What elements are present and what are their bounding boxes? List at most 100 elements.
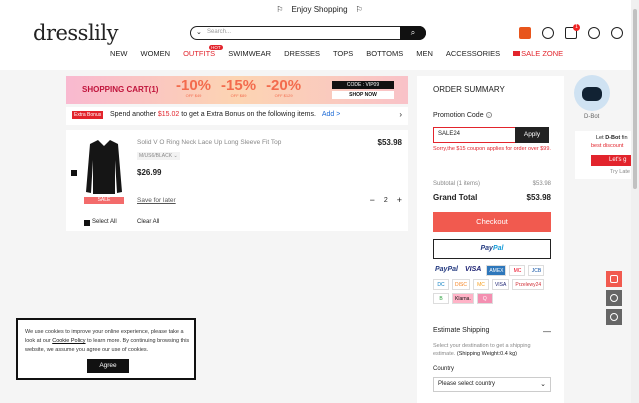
save-for-later-link[interactable]: Save for later	[137, 197, 176, 204]
subtotal-row: Subtotal (1 items) $53.98	[433, 181, 551, 187]
quantity-value: 2	[383, 196, 388, 204]
product-name[interactable]: Solid V O Ring Neck Lace Up Long Sleeve …	[137, 139, 281, 146]
bonus-text-a: Spend another	[110, 111, 156, 118]
product-image[interactable]	[84, 136, 124, 202]
grand-total-value: $53.98	[526, 193, 551, 202]
nav-women[interactable]: WOMEN	[141, 49, 171, 58]
boleto-icon: B	[433, 293, 449, 304]
product-variant-select[interactable]: M/US6/BLACK ⌄	[137, 152, 180, 160]
cart-title: SHOPPING CART(1)	[82, 85, 159, 94]
bonus-add-arrow: >	[336, 111, 341, 118]
visa-icon: VISA	[464, 266, 482, 273]
subtotal-label: Subtotal (1 items)	[433, 181, 481, 187]
hot-badge: HOT	[209, 45, 223, 50]
discount-tier: -20% OFF $129	[266, 78, 301, 99]
extra-bonus-bar[interactable]: Extra Bonus Spend another $15.02 to get …	[66, 107, 408, 125]
nav-outfits[interactable]: OUTFITS HOT	[183, 45, 223, 58]
user-icon[interactable]	[542, 27, 554, 39]
search-input[interactable]: Search...	[207, 29, 231, 35]
amex-icon: AMEX	[486, 265, 507, 276]
support-button[interactable]	[606, 290, 622, 306]
nav-sale-zone-label: SALE ZONE	[521, 49, 564, 58]
gift-icon[interactable]	[519, 27, 531, 39]
nav-men[interactable]: MEN	[416, 49, 433, 58]
feedback-button[interactable]	[606, 309, 622, 325]
bonus-add-label: Add	[321, 111, 335, 118]
cookie-policy-link[interactable]: Cookie Policy	[52, 338, 85, 344]
cart-item: SALE Solid V O Ring Neck Lace Up Long Sl…	[66, 130, 408, 231]
select-all-checkbox[interactable]	[84, 220, 90, 226]
promotion-code-heading: Promotion Code?	[433, 112, 492, 119]
promotion-code-label: Promotion Code	[433, 112, 484, 119]
bonus-add-link[interactable]: Add >	[322, 111, 341, 118]
headset-icon[interactable]	[611, 27, 623, 39]
diners-icon: DC	[433, 279, 449, 290]
dbot-promo-b: D-Bot	[605, 135, 621, 141]
robot-icon	[582, 87, 602, 101]
nav-accessories[interactable]: ACCESSORIES	[446, 49, 500, 58]
cookie-text: We use cookies to improve your online ex…	[25, 328, 190, 355]
headset-icon	[610, 294, 618, 302]
globe-icon[interactable]	[588, 27, 600, 39]
dbot-label: D-Bot	[584, 114, 600, 120]
site-logo[interactable]: dresslily	[33, 21, 118, 45]
sale-tag: SALE	[84, 197, 124, 204]
scrollbar-thumb[interactable]	[633, 9, 637, 189]
shop-now-button[interactable]: SHOP NOW	[332, 91, 394, 99]
checkout-button[interactable]: Checkout	[433, 212, 551, 232]
cart-promo-banner[interactable]: SHOPPING CART(1) -10% OFF $49 -15% OFF $89…	[66, 76, 408, 104]
apply-button[interactable]: Apply	[515, 127, 549, 143]
promo-error-text: Sorry,the $15 coupon applies for order o…	[433, 146, 551, 152]
bonus-amount: $15.02	[157, 111, 180, 118]
product-price: $26.99	[137, 168, 162, 177]
select-all-label[interactable]: Select All	[92, 219, 117, 225]
plus-button[interactable]: +	[397, 195, 402, 205]
search-bar[interactable]: ⌄ Search... ⌕	[190, 26, 426, 40]
discount-pct: -15%	[221, 77, 257, 94]
item-checkbox[interactable]	[71, 170, 77, 176]
promo-code-input[interactable]: SALE24	[433, 127, 516, 143]
chevron-down-icon[interactable]: ⌄	[196, 28, 202, 36]
flag-icon	[513, 51, 521, 56]
search-icon: ⌕	[410, 28, 416, 37]
top-announcement-bar: ⚐ Enjoy Shopping ⚐	[0, 0, 639, 18]
try-later-link[interactable]: Try Late	[610, 169, 630, 175]
chevron-down-icon: ⌄	[173, 153, 178, 159]
chevron-right-icon[interactable]: ›	[399, 110, 402, 119]
scrollbar[interactable]	[631, 0, 639, 403]
collapse-icon[interactable]: —	[543, 327, 551, 336]
paypal-icon: PayPal	[435, 266, 458, 273]
dbot-promo-card: Let D-Bot fin best discount Let's g Try …	[575, 131, 639, 179]
dbot-promo-c: fin	[621, 135, 628, 141]
phone-icon	[610, 275, 618, 283]
order-summary-panel: ORDER SUMMARY Promotion Code? SALE24 App…	[417, 76, 564, 403]
info-icon[interactable]: ?	[485, 112, 492, 118]
country-select[interactable]: Please select country ⌄	[433, 377, 551, 392]
discover-icon: DISC	[452, 279, 470, 290]
nav-new[interactable]: NEW	[110, 49, 128, 58]
payment-methods: PayPal VISA AMEX MC JCB DC DISC MC VISA …	[433, 265, 553, 304]
paypal-button[interactable]: PayPal	[433, 239, 551, 259]
cart-count-badge: 1	[573, 24, 580, 31]
clear-all-link[interactable]: Clear All	[137, 219, 159, 225]
nav-dresses[interactable]: DRESSES	[284, 49, 320, 58]
promo-code-box: CODE : VIP09 SHOP NOW	[332, 81, 394, 99]
extra-bonus-tag: Extra Bonus	[72, 111, 104, 119]
minus-button[interactable]: −	[370, 195, 375, 205]
mobile-app-button[interactable]	[606, 271, 622, 287]
estimate-shipping-title[interactable]: Estimate Shipping	[433, 327, 489, 334]
maestro-icon: MC	[472, 279, 489, 290]
search-button[interactable]: ⌕	[400, 26, 426, 40]
nav-tops[interactable]: TOPS	[333, 49, 353, 58]
nav-swimwear[interactable]: SWIMWEAR	[228, 49, 271, 58]
smile-icon	[610, 313, 618, 321]
grand-total-label: Grand Total	[433, 193, 478, 202]
dbot-avatar[interactable]	[574, 75, 610, 111]
estimate-text: Select your destination to get a shippin…	[433, 342, 553, 358]
nav-sale-zone[interactable]: SALE ZONE	[513, 49, 563, 58]
agree-button[interactable]: Agree	[87, 359, 129, 373]
cart-icon[interactable]: 1	[565, 24, 580, 39]
nav-bottoms[interactable]: BOTTOMS	[366, 49, 403, 58]
country-placeholder: Please select country	[438, 381, 496, 387]
flag-icon: ⚐	[276, 4, 284, 14]
